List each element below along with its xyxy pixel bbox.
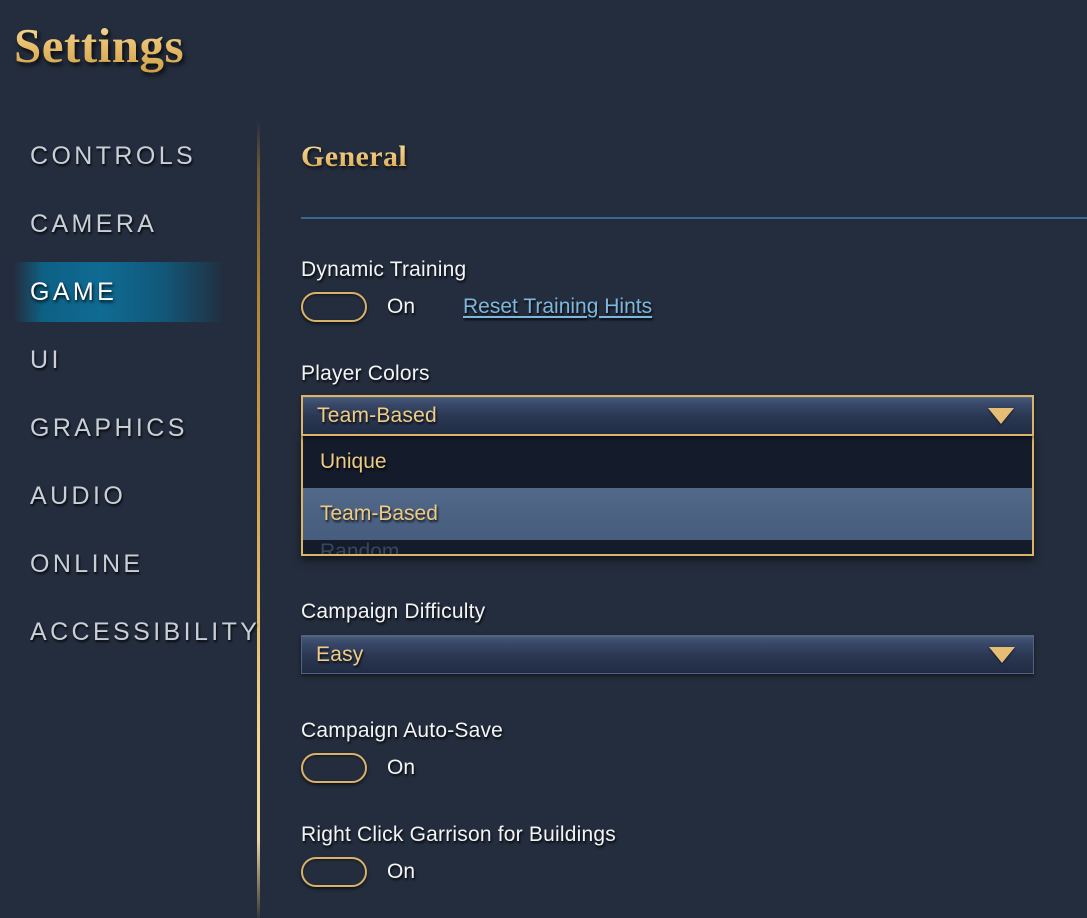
dynamic-training-toggle[interactable] bbox=[301, 292, 367, 322]
sidebar-item-label: ONLINE bbox=[30, 549, 144, 578]
toggle-value: On bbox=[387, 860, 416, 883]
sidebar-divider bbox=[257, 120, 260, 918]
setting-player-colors: Player Colors Team-Based Unique Team-Bas… bbox=[301, 362, 1034, 556]
dropdown-option-clipped[interactable]: Random bbox=[303, 540, 1032, 554]
sidebar-nav: CONTROLS CAMERA GAME UI GRAPHICS AUDIO O… bbox=[0, 122, 258, 918]
setting-campaign-auto-save: Campaign Auto-Save On bbox=[301, 719, 503, 783]
sidebar-item-label: AUDIO bbox=[30, 481, 127, 510]
sidebar-item-label: GRAPHICS bbox=[30, 413, 188, 442]
sidebar-item-graphics[interactable]: GRAPHICS bbox=[0, 394, 258, 462]
setting-label: Right Click Garrison for Buildings bbox=[301, 823, 616, 846]
setting-label: Campaign Difficulty bbox=[301, 600, 486, 623]
player-colors-dropdown-options: Unique Team-Based Random bbox=[301, 436, 1034, 556]
dropdown-option-team-based[interactable]: Team-Based bbox=[303, 488, 1032, 540]
sidebar-item-label: ACCESSIBILITY bbox=[30, 617, 261, 646]
settings-screen: Settings CONTROLS CAMERA GAME UI GRAPHIC… bbox=[0, 0, 1087, 918]
setting-right-click-garrison: Right Click Garrison for Buildings On bbox=[301, 823, 616, 887]
chevron-down-icon bbox=[988, 407, 1014, 424]
chevron-down-icon bbox=[989, 646, 1015, 663]
reset-training-hints-link[interactable]: Reset Training Hints bbox=[463, 295, 652, 319]
sidebar-item-ui[interactable]: UI bbox=[0, 326, 258, 394]
dropdown-value: Team-Based bbox=[317, 403, 437, 427]
dropdown-option-label: Random bbox=[320, 540, 400, 554]
settings-content-panel: General Dynamic Training On Reset Traini… bbox=[301, 140, 1087, 918]
setting-label: Player Colors bbox=[301, 362, 430, 385]
toggle-value: On bbox=[387, 295, 416, 318]
dropdown-option-label: Team-Based bbox=[320, 502, 438, 525]
sidebar-item-online[interactable]: ONLINE bbox=[0, 530, 258, 598]
toggle-knob bbox=[336, 862, 358, 884]
player-colors-dropdown[interactable]: Team-Based bbox=[301, 395, 1034, 436]
setting-label: Dynamic Training bbox=[301, 258, 467, 281]
sidebar-item-label: CAMERA bbox=[30, 209, 158, 238]
sidebar-item-controls[interactable]: CONTROLS bbox=[0, 122, 258, 190]
section-divider bbox=[301, 217, 1087, 219]
setting-dynamic-training: Dynamic Training On Reset Training Hints bbox=[301, 258, 652, 322]
sidebar-item-label: UI bbox=[30, 345, 62, 374]
dropdown-value: Easy bbox=[316, 642, 364, 666]
campaign-auto-save-toggle[interactable] bbox=[301, 753, 367, 783]
setting-label: Campaign Auto-Save bbox=[301, 719, 504, 742]
sidebar-item-accessibility[interactable]: ACCESSIBILITY bbox=[0, 598, 258, 666]
sidebar-item-audio[interactable]: AUDIO bbox=[0, 462, 258, 530]
sidebar-item-label: GAME bbox=[30, 277, 118, 306]
sidebar-item-label: CONTROLS bbox=[30, 141, 197, 170]
dropdown-option-label: Unique bbox=[320, 450, 387, 473]
dropdown-option-unique[interactable]: Unique bbox=[303, 436, 1032, 488]
section-title: General bbox=[301, 140, 1087, 174]
sidebar-item-game[interactable]: GAME bbox=[0, 258, 258, 326]
sidebar-item-camera[interactable]: CAMERA bbox=[0, 190, 258, 258]
toggle-knob bbox=[336, 758, 358, 780]
campaign-difficulty-dropdown[interactable]: Easy bbox=[301, 635, 1034, 674]
setting-campaign-difficulty: Campaign Difficulty Easy bbox=[301, 600, 1034, 674]
right-click-garrison-toggle[interactable] bbox=[301, 857, 367, 887]
page-title: Settings bbox=[14, 18, 185, 73]
toggle-knob bbox=[336, 297, 358, 319]
toggle-value: On bbox=[387, 756, 416, 779]
